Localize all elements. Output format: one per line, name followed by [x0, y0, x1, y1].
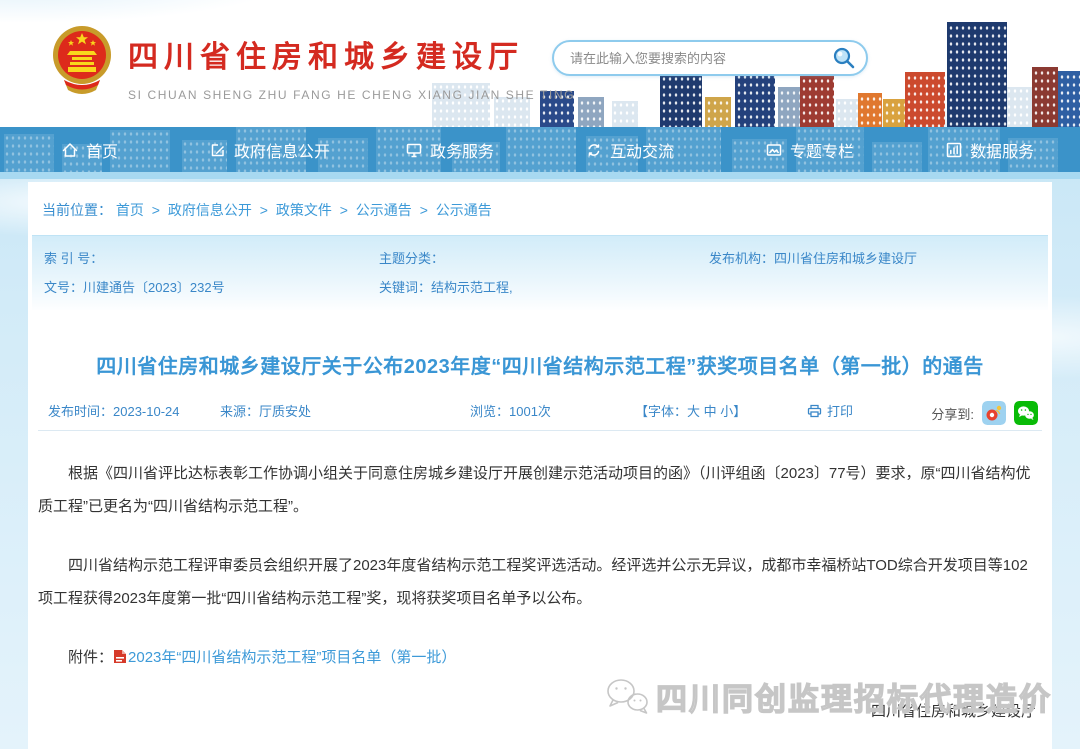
share-label: 分享到:	[931, 404, 974, 423]
weibo-share-icon[interactable]	[982, 401, 1006, 425]
building-silhouette	[1032, 67, 1058, 127]
nav-item-gov-service[interactable]: 政务服务	[360, 127, 540, 172]
building-silhouette	[883, 99, 907, 127]
view-count: 浏览：1001次	[470, 401, 551, 420]
building-silhouette	[836, 99, 858, 127]
meta-label: 关键词：	[379, 280, 431, 295]
page: 四川省住房和城乡建设厅 SI CHUAN SHENG ZHU FANG HE C…	[0, 0, 1080, 749]
font-size-control[interactable]: 【字体：大 中 小】	[635, 401, 746, 420]
meta-cell-empty	[709, 277, 1036, 296]
home-icon	[62, 142, 78, 158]
document-meta: 索 引 号： 主题分类： 发布机构：四川省住房和城乡建设厅 文号：川建通告〔20…	[32, 235, 1048, 310]
breadcrumb-separator: >	[420, 202, 428, 218]
nav-item-data-service[interactable]: 数据服务	[900, 127, 1080, 172]
bar-chart-icon	[946, 142, 962, 158]
building-silhouette	[947, 22, 1007, 127]
monitor-icon	[406, 142, 422, 158]
wechat-share-icon[interactable]	[1014, 401, 1038, 425]
site-title: 四川省住房和城乡建设厅	[128, 32, 575, 76]
meta-label: 索 引 号：	[44, 251, 103, 266]
share-bar: 分享到:	[931, 401, 1038, 425]
article-body: 根据《四川省评比达标表彰工作协调小组关于同意住房城乡建设厅开展创建示范活动项目的…	[38, 457, 1042, 674]
meta-value: 结构示范工程,	[431, 280, 513, 295]
nav-item-interaction[interactable]: 互动交流	[540, 127, 720, 172]
paragraph: 四川省结构示范工程评审委员会组织开展了2023年度省结构示范工程奖评选活动。经评…	[38, 549, 1042, 615]
publish-time-label: 发布时间：	[48, 404, 113, 419]
breadcrumb-link-home[interactable]: 首页	[116, 202, 144, 218]
breadcrumb-separator: >	[260, 202, 268, 218]
meta-value: 四川省住房和城乡建设厅	[774, 251, 917, 266]
logo-block: 四川省住房和城乡建设厅 SI CHUAN SHENG ZHU FANG HE C…	[50, 24, 575, 102]
search-icon[interactable]	[832, 46, 856, 70]
meta-label: 主题分类：	[379, 251, 444, 266]
meta-index-number: 索 引 号：	[44, 248, 379, 267]
nav-item-home[interactable]: 首页	[0, 127, 180, 172]
printer-icon	[807, 404, 822, 418]
nav-item-label: 首页	[86, 138, 118, 162]
search-input[interactable]	[570, 51, 832, 66]
breadcrumb-link-info-disclosure[interactable]: 政府信息公开	[168, 202, 252, 218]
nav-item-label: 专题专栏	[790, 138, 854, 162]
attachment-label: 附件：	[68, 649, 113, 666]
nav-item-label: 数据服务	[970, 138, 1034, 162]
building-silhouette	[578, 97, 604, 127]
national-emblem-logo	[50, 24, 114, 96]
article-title: 四川省住房和城乡建设厅关于公布2023年度“四川省结构示范工程”获奖项目名单（第…	[52, 350, 1028, 379]
building-silhouette	[858, 93, 882, 127]
building-silhouette	[905, 72, 945, 127]
nav-item-label: 政府信息公开	[234, 138, 330, 162]
paragraph: 根据《四川省评比达标表彰工作协调小组关于同意住房城乡建设厅开展创建示范活动项目的…	[38, 457, 1042, 523]
meta-keywords: 关键词：结构示范工程,	[379, 277, 709, 296]
building-silhouette	[612, 101, 638, 127]
article-info-bar: 发布时间：2023-10-24 来源：厅质安处 浏览：1001次 【字体：大 中…	[38, 395, 1042, 431]
nav-item-special-topics[interactable]: 专题专栏	[720, 127, 900, 172]
search-box	[552, 40, 868, 76]
meta-doc-number: 文号：川建通告〔2023〕232号	[44, 277, 379, 296]
building-silhouette	[800, 75, 834, 127]
article-source: 来源：厅质安处	[220, 401, 311, 420]
print-button[interactable]: 打印	[807, 401, 853, 420]
meta-label: 文号：	[44, 280, 83, 295]
attachment-row: 附件： 2023年“四川省结构示范工程”项目名单（第一批）	[38, 641, 1042, 674]
breadcrumb-separator: >	[340, 202, 348, 218]
print-label: 打印	[827, 401, 853, 420]
views-value: 1001次	[509, 404, 551, 419]
breadcrumb-link-notices-2[interactable]: 公示通告	[436, 202, 492, 218]
building-silhouette	[705, 97, 731, 127]
nav-item-info-disclosure[interactable]: 政府信息公开	[180, 127, 360, 172]
main-nav: 首页 政府信息公开 政务服务 互动交流	[0, 127, 1080, 172]
source-value: 厅质安处	[259, 404, 311, 419]
breadcrumb: 当前位置： 首页 > 政府信息公开 > 政策文件 > 公示通告 > 公示通告	[28, 182, 1052, 220]
building-silhouette	[1006, 87, 1032, 127]
meta-topic-category: 主题分类：	[379, 248, 709, 267]
nav-bottom-strip	[0, 172, 1080, 179]
nav-item-label: 政务服务	[430, 138, 494, 162]
views-label: 浏览：	[470, 404, 509, 419]
meta-label: 发布机构：	[709, 251, 774, 266]
meta-issuing-agency: 发布机构：四川省住房和城乡建设厅	[709, 248, 1036, 267]
nav-item-label: 互动交流	[610, 138, 674, 162]
pdf-icon	[113, 649, 127, 664]
breadcrumb-label: 当前位置：	[42, 202, 112, 218]
breadcrumb-separator: >	[152, 202, 160, 218]
attachment-link[interactable]: 2023年“四川省结构示范工程”项目名单（第一批）	[128, 649, 456, 666]
cycle-arrows-icon	[586, 142, 602, 158]
edit-square-icon	[210, 142, 226, 158]
building-silhouette	[1058, 71, 1080, 127]
picture-icon	[766, 142, 782, 158]
site-header: 四川省住房和城乡建设厅 SI CHUAN SHENG ZHU FANG HE C…	[0, 0, 1080, 127]
breadcrumb-link-notices[interactable]: 公示通告	[356, 202, 412, 218]
source-label: 来源：	[220, 404, 259, 419]
publish-time: 发布时间：2023-10-24	[48, 401, 180, 420]
publish-time-value: 2023-10-24	[113, 404, 180, 419]
breadcrumb-link-policy-docs[interactable]: 政策文件	[276, 202, 332, 218]
meta-value: 川建通告〔2023〕232号	[83, 280, 225, 295]
site-subtitle: SI CHUAN SHENG ZHU FANG HE CHENG XIANG J…	[128, 88, 575, 102]
content-panel: 当前位置： 首页 > 政府信息公开 > 政策文件 > 公示通告 > 公示通告 索…	[28, 182, 1052, 749]
signature: 四川省住房和城乡建设厅	[28, 700, 1052, 721]
